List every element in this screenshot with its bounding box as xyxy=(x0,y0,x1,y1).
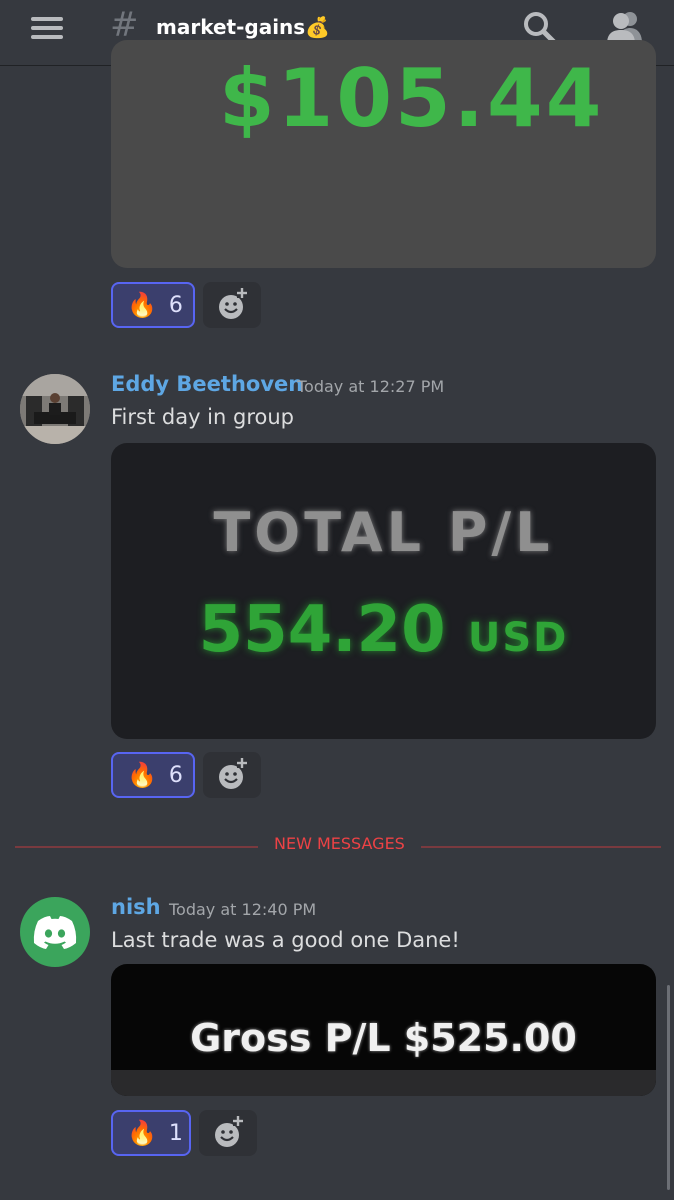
message-author[interactable]: nish xyxy=(111,895,161,919)
channel-name: market-gains💰 xyxy=(156,15,331,39)
add-reaction-icon[interactable] xyxy=(199,1110,257,1156)
pl-unit: USD xyxy=(467,615,569,661)
reaction-fire[interactable]: 🔥 6 xyxy=(111,752,195,798)
image-text-value: 554.20 USD xyxy=(111,593,656,667)
reaction-count: 1 xyxy=(168,1120,183,1146)
reaction-count: 6 xyxy=(168,762,183,788)
image-text: Gross P/L $525.00 xyxy=(190,1016,577,1060)
reaction-fire[interactable]: 🔥 6 xyxy=(111,282,195,328)
image-bottom-strip xyxy=(111,1070,656,1096)
message-image-attachment[interactable]: $105.44 xyxy=(111,40,656,268)
scrollbar[interactable] xyxy=(667,985,670,1190)
message-image-attachment[interactable]: TOTAL P/L 554.20 USD xyxy=(111,443,656,739)
image-text-title: TOTAL P/L xyxy=(213,501,554,564)
avatar[interactable] xyxy=(20,374,90,444)
fire-emoji-icon: 🔥 xyxy=(127,1119,157,1147)
add-reaction-icon[interactable] xyxy=(203,752,261,798)
message-timestamp: Today at 12:27 PM xyxy=(297,377,445,396)
reaction-fire[interactable]: 🔥 1 xyxy=(111,1110,191,1156)
fire-emoji-icon: 🔥 xyxy=(127,291,157,319)
hamburger-menu-icon[interactable] xyxy=(31,15,65,41)
message-timestamp: Today at 12:40 PM xyxy=(169,900,317,919)
new-messages-label: NEW MESSAGES xyxy=(258,834,421,853)
message-image-attachment[interactable]: Gross P/L $525.00 xyxy=(111,964,656,1096)
pl-value: 554.20 xyxy=(198,593,446,667)
message-text: First day in group xyxy=(111,405,294,429)
channel-hash-icon: # xyxy=(110,5,139,45)
fire-emoji-icon: 🔥 xyxy=(127,761,157,789)
reaction-count: 6 xyxy=(168,292,183,318)
add-reaction-icon[interactable] xyxy=(203,282,261,328)
discord-logo-icon[interactable] xyxy=(20,897,90,967)
image-text: $105.44 xyxy=(219,52,605,145)
message-author[interactable]: Eddy Beethoven xyxy=(111,372,303,396)
message-text: Last trade was a good one Dane! xyxy=(111,928,460,952)
